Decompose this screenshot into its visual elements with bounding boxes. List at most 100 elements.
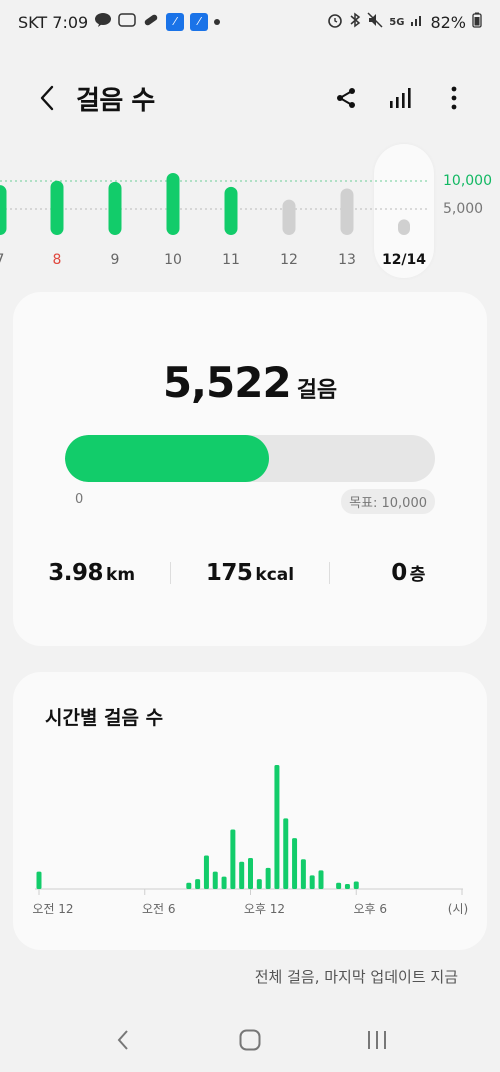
x-tick-label: 오후 12 <box>244 902 285 916</box>
header-actions <box>330 78 470 118</box>
daily-bar-7[interactable] <box>0 185 7 235</box>
daily-label-12: 12 <box>280 252 298 268</box>
hourly-bar <box>265 867 271 889</box>
more-notifications-icon <box>214 19 221 25</box>
pay-icon <box>118 12 136 32</box>
hourly-bar <box>336 882 342 889</box>
steps-total: 5,522 걸음 <box>13 358 487 407</box>
more-icon <box>451 86 457 110</box>
battery-icon <box>472 12 482 32</box>
goal-progress-bar <box>65 435 435 482</box>
distance-unit: km <box>106 565 136 585</box>
daily-label-8: 8 <box>53 252 62 268</box>
goal-mid-label: 5,000 <box>443 201 484 217</box>
goal-high-label: 10,000 <box>443 173 492 189</box>
hourly-chart-svg: 오전 12 오전 6 오후 12 오후 6 (시) <box>32 765 468 916</box>
floors-stat: 0층 <box>330 560 487 586</box>
hourly-bar <box>230 829 236 889</box>
chat-icon <box>94 12 112 32</box>
carrier-time: SKT 7:09 <box>18 12 89 32</box>
battery-level: 82% <box>430 12 466 32</box>
nav-home-button[interactable] <box>220 1015 280 1065</box>
summary-card: 5,522 걸음 0 목표: 10,000 3.98 km 175 kcal 0층 <box>13 292 487 646</box>
hourly-bar <box>203 855 209 889</box>
daily-bar-10[interactable] <box>166 173 180 235</box>
pill-icon <box>142 12 160 32</box>
trends-button[interactable] <box>384 78 416 118</box>
goal-label: 목표: 10,000 <box>341 489 435 514</box>
floors-unit: 층 <box>409 565 426 585</box>
hourly-bar <box>283 818 289 889</box>
steps-value: 5,522 <box>162 358 292 407</box>
stats-row: 3.98 km 175 kcal 0층 <box>13 560 487 586</box>
back-button[interactable] <box>30 78 64 118</box>
distance-stat: 3.98 km <box>13 560 170 586</box>
daily-bar-11[interactable] <box>224 186 238 235</box>
nav-recents-button[interactable] <box>347 1015 407 1065</box>
daily-bar-13[interactable] <box>340 188 354 236</box>
x-tick-label: 오전 6 <box>142 902 176 916</box>
hourly-bar <box>256 879 262 889</box>
last-updated-note: 전체 걸음, 마지막 업데이트 지금 <box>254 968 458 986</box>
x-tick-label: 오전 12 <box>32 902 73 916</box>
daily-chart-svg: 7 8 9 10 11 12 13 12/14 <box>0 173 430 268</box>
daily-label-12/14: 12/14 <box>382 252 426 268</box>
more-options-button[interactable] <box>438 78 470 118</box>
distance-value: 3.98 <box>48 560 104 586</box>
daily-label-13: 13 <box>338 252 356 268</box>
bar-chart-icon <box>390 88 411 108</box>
hourly-bar <box>274 765 280 889</box>
hourly-bar <box>36 871 42 889</box>
system-nav-bar <box>0 1010 500 1070</box>
goal-progress-fill <box>65 435 270 482</box>
alarm-icon <box>327 12 343 32</box>
hourly-bar <box>212 871 218 889</box>
daily-bar-9[interactable] <box>108 181 122 235</box>
calories-unit: kcal <box>255 565 295 585</box>
app-badge-icon: ⁄ <box>166 13 185 31</box>
back-nav-icon <box>117 1030 129 1050</box>
calories-value: 175 <box>205 560 253 586</box>
bluetooth-icon <box>349 12 361 32</box>
daily-bar-12[interactable] <box>282 199 296 235</box>
hourly-bar <box>344 884 350 889</box>
calories-stat: 175 kcal <box>171 560 328 586</box>
hourly-bar <box>309 875 315 889</box>
share-button[interactable] <box>330 78 362 118</box>
hourly-bar <box>300 859 306 889</box>
daily-steps-chart[interactable]: 7 8 9 10 11 12 13 12/14 10,000 5,000 <box>0 140 500 285</box>
daily-label-11: 11 <box>222 252 240 268</box>
hourly-bar <box>239 861 245 889</box>
steps-unit: 걸음 <box>296 378 338 403</box>
app-badge-icon-2: ⁄ <box>190 13 209 31</box>
hourly-bar <box>195 879 201 889</box>
hourly-bar <box>248 858 253 889</box>
hourly-bar <box>186 882 192 889</box>
share-icon <box>337 88 355 108</box>
status-left: SKT 7:09 ⁄ ⁄ <box>18 12 221 32</box>
daily-label-9: 9 <box>111 252 120 268</box>
back-icon <box>40 85 54 111</box>
x-tick-label: (시) <box>448 902 468 916</box>
status-bar: SKT 7:09 ⁄ ⁄ 5G 82% <box>0 0 500 44</box>
hourly-bar <box>353 881 359 889</box>
network-5g-icon: 5G <box>389 16 405 28</box>
status-right: 5G 82% <box>327 12 482 32</box>
hourly-bar <box>221 876 227 889</box>
daily-label-7: 7 <box>0 252 4 268</box>
daily-label-10: 10 <box>164 252 182 268</box>
mute-icon <box>367 12 383 32</box>
daily-bar-8[interactable] <box>50 180 64 235</box>
hourly-steps-card[interactable]: 시간별 걸음 수 오전 12 오전 6 오후 12 오후 6 (시) <box>13 672 487 950</box>
daily-bar-12/14[interactable] <box>398 219 410 235</box>
home-icon <box>239 1029 261 1051</box>
x-tick-label: 오후 6 <box>353 902 387 916</box>
page-title: 걸음 수 <box>76 85 155 116</box>
nav-back-button[interactable] <box>93 1015 153 1065</box>
recent-apps-icon <box>367 1031 386 1049</box>
hourly-bar <box>318 870 324 889</box>
signal-icon <box>410 13 424 31</box>
app-header: 걸음 수 <box>0 70 500 126</box>
floors-value: 0 <box>391 560 407 586</box>
hourly-bar <box>292 838 298 889</box>
